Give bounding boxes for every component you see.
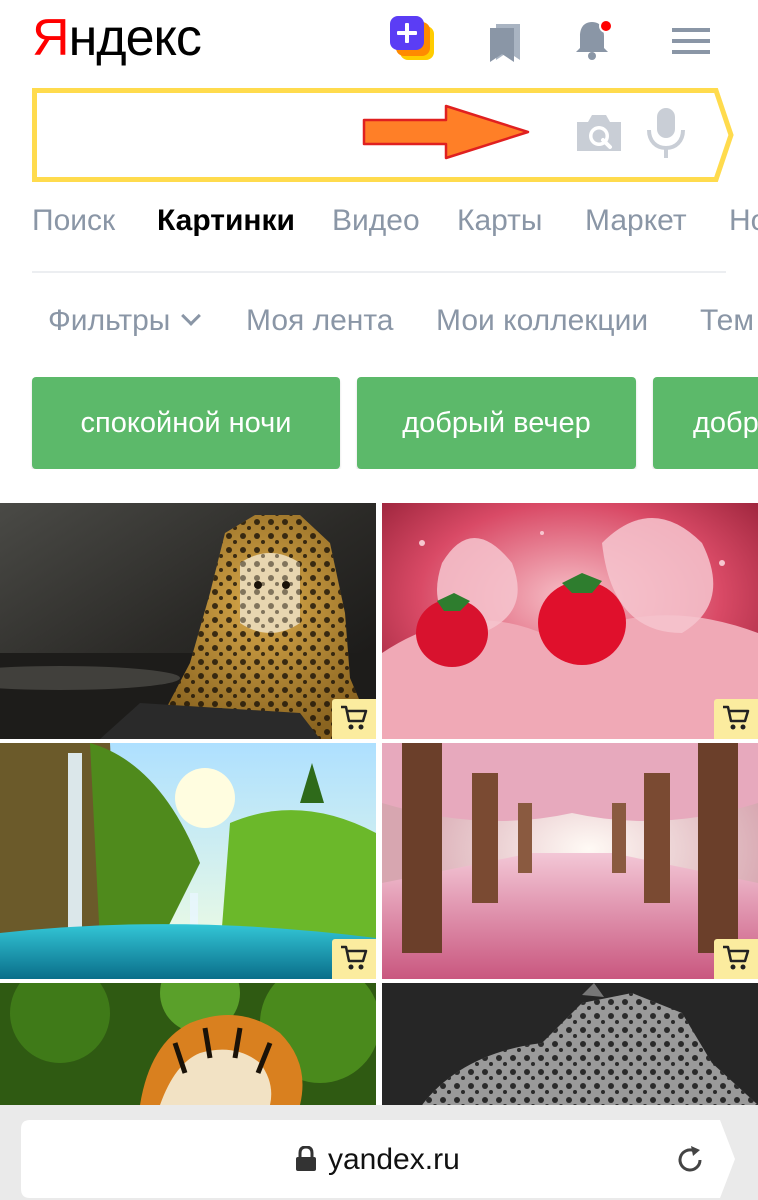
shopping-cart-icon bbox=[341, 705, 368, 730]
url-text[interactable]: yandex.ru bbox=[328, 1138, 460, 1182]
lock-icon bbox=[296, 1146, 316, 1171]
image-tiger[interactable] bbox=[0, 983, 376, 1105]
filters-dropdown[interactable]: Фильтры bbox=[48, 296, 202, 346]
my-collections-link[interactable]: Мои коллекции bbox=[436, 296, 648, 346]
reload-icon[interactable] bbox=[674, 1144, 706, 1176]
tab-images[interactable]: Картинки bbox=[157, 196, 295, 246]
search-input[interactable] bbox=[40, 100, 360, 170]
divider bbox=[32, 271, 726, 273]
image-bw-leopard[interactable] bbox=[382, 983, 758, 1105]
tab-market[interactable]: Маркет bbox=[585, 196, 687, 246]
shopping-cart-badge[interactable] bbox=[714, 939, 758, 979]
image-grid bbox=[0, 503, 758, 1105]
camera-icon[interactable] bbox=[574, 112, 624, 154]
filters-bar: Фильтры Моя лента Мои коллекции Тем bbox=[0, 296, 758, 348]
bell-icon[interactable] bbox=[572, 18, 616, 62]
tab-more[interactable]: Но bbox=[729, 196, 758, 246]
shopping-cart-badge[interactable] bbox=[332, 939, 376, 979]
suggestion-chips: спокойной ночи добрый вечер добр bbox=[0, 377, 758, 469]
tab-maps[interactable]: Карты bbox=[457, 196, 543, 246]
tab-video[interactable]: Видео bbox=[332, 196, 420, 246]
plus-icon[interactable] bbox=[390, 16, 436, 62]
chip-good-evening[interactable]: добрый вечер bbox=[357, 377, 636, 469]
shopping-cart-icon bbox=[723, 705, 750, 730]
services-nav: Поиск Картинки Видео Карты Маркет Но bbox=[32, 196, 758, 252]
chevron-down-icon bbox=[181, 306, 202, 326]
shopping-cart-badge[interactable] bbox=[332, 699, 376, 739]
menu-icon[interactable] bbox=[672, 26, 710, 56]
microphone-icon[interactable] bbox=[646, 106, 686, 160]
my-feed-link[interactable]: Моя лента bbox=[246, 296, 393, 346]
bookmark-icon[interactable] bbox=[488, 22, 522, 62]
logo-letter: Я bbox=[32, 9, 70, 67]
image-waterfall[interactable] bbox=[0, 743, 376, 979]
arrow-annotation bbox=[362, 104, 530, 160]
shopping-cart-icon bbox=[723, 945, 750, 970]
chip-more[interactable]: добр bbox=[653, 377, 758, 469]
image-strawberries[interactable] bbox=[382, 503, 758, 739]
image-jaguar[interactable] bbox=[0, 503, 376, 739]
header: Яндекс bbox=[0, 0, 758, 80]
chip-good-night[interactable]: спокойной ночи bbox=[32, 377, 340, 469]
image-blossom-alley[interactable] bbox=[382, 743, 758, 979]
filters-label: Фильтры bbox=[48, 304, 171, 337]
logo-text: ндекс bbox=[68, 9, 202, 67]
tab-search[interactable]: Поиск bbox=[32, 196, 115, 246]
yandex-logo[interactable]: Яндекс bbox=[32, 8, 202, 68]
shopping-cart-icon bbox=[341, 945, 368, 970]
themes-link[interactable]: Тем bbox=[700, 296, 754, 346]
shopping-cart-badge[interactable] bbox=[714, 699, 758, 739]
